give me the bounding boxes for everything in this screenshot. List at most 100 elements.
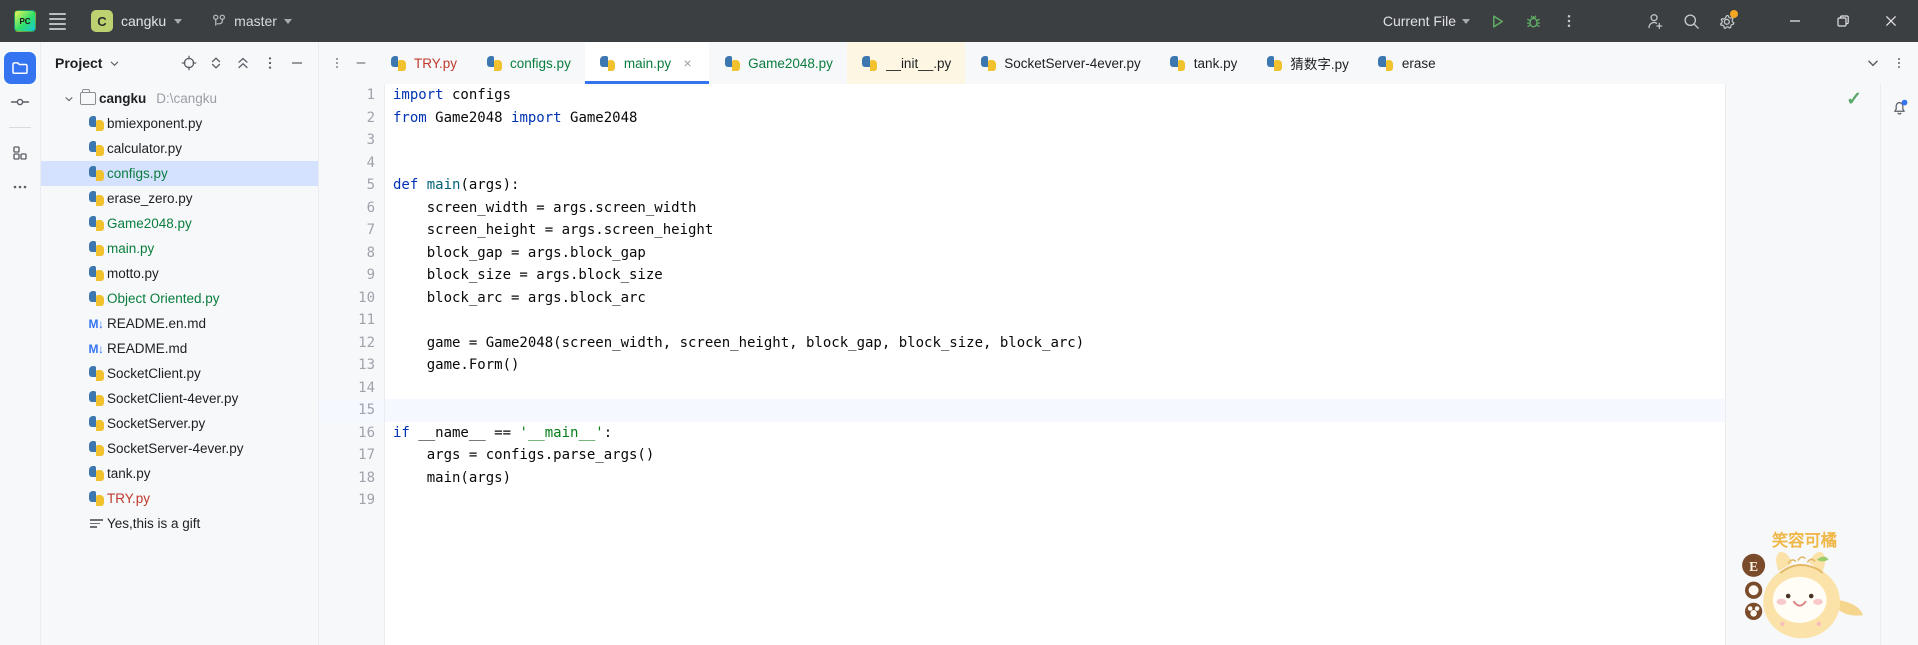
tree-row-root[interactable]: cangku D:\cangku	[41, 86, 318, 111]
code-line: args = configs.parse_args()	[385, 444, 1725, 467]
tree-file-label: configs.py	[107, 166, 168, 181]
text-file-icon	[85, 519, 107, 528]
tree-row-file[interactable]: bmiexponent.py	[41, 111, 318, 136]
close-window-button[interactable]	[1868, 0, 1914, 42]
hide-project-panel-button[interactable]	[284, 50, 310, 76]
tree-row-file[interactable]: motto.py	[41, 261, 318, 286]
title-bar-right: Current File	[1375, 0, 1918, 42]
tab-actions-button[interactable]	[1886, 50, 1912, 76]
sidebar-item-project[interactable]	[4, 52, 36, 84]
project-panel-header: Project	[41, 42, 318, 84]
line-number: 5	[366, 177, 375, 193]
editor-tab[interactable]: SocketServer-4ever.py	[965, 42, 1155, 84]
line-number: 14	[358, 379, 375, 396]
minimize-dash-icon	[291, 62, 303, 64]
tree-row-file[interactable]: SocketServer.py	[41, 411, 318, 436]
editor-tab[interactable]: main.py ×	[584, 42, 710, 84]
code-token: game.	[393, 357, 469, 373]
expand-collapse-button[interactable]	[203, 50, 229, 76]
tree-row-file[interactable]: TRY.py	[41, 486, 318, 511]
code-token: (args):	[460, 177, 520, 193]
show-hidden-tabs-button[interactable]	[1860, 50, 1886, 76]
line-number: 9	[366, 267, 375, 283]
sidebar-item-more[interactable]	[4, 171, 36, 203]
editor-tab[interactable]: Game2048.py	[709, 42, 847, 84]
run-play-icon	[1492, 14, 1503, 28]
debug-button[interactable]	[1516, 6, 1550, 36]
code-token: ()	[502, 357, 520, 373]
python-file-icon	[85, 166, 107, 181]
python-file-icon	[85, 191, 107, 206]
line-number: 13	[358, 357, 375, 373]
checkmark-icon[interactable]: ✓	[1846, 88, 1862, 111]
editor-tab[interactable]: configs.py	[471, 42, 585, 84]
editor-gutter[interactable]: 1 2 3 4 5 6 7 8 9 10 11 12 13 14 15 16 17 18 19	[319, 84, 398, 645]
tree-row-file[interactable]: M↓ README.en.md	[41, 311, 318, 336]
editor-tab-label: 猜数字.py	[1290, 57, 1349, 72]
python-file-icon	[1265, 55, 1283, 71]
project-panel-title[interactable]: Project	[55, 55, 102, 71]
minimize-window-button[interactable]	[1772, 0, 1818, 42]
run-configuration-label: Current File	[1382, 13, 1456, 29]
editor-tab[interactable]: erase	[1363, 42, 1450, 84]
code-token: screen_height = args.screen_height	[393, 222, 714, 238]
tree-row-file[interactable]: Yes,this is a gift	[41, 511, 318, 536]
tree-row-file[interactable]: erase_zero.py	[41, 186, 318, 211]
code-text[interactable]: import configs from Game2048 import Game2…	[385, 84, 1725, 645]
code-pane[interactable]: 1 2 3 4 5 6 7 8 9 10 11 12 13 14 15 16 17 18 19 import con…	[319, 84, 1725, 645]
account-button[interactable]	[1638, 6, 1672, 36]
tree-row-file[interactable]: Game2048.py	[41, 211, 318, 236]
editor-tab[interactable]: TRY.py	[375, 42, 471, 84]
sidebar-item-commit[interactable]	[4, 86, 36, 118]
chevron-down-icon[interactable]	[109, 58, 120, 69]
tree-row-file[interactable]: Object Oriented.py	[41, 286, 318, 311]
project-file-tree[interactable]: cangku D:\cangku bmiexponent.py calculato…	[41, 84, 318, 645]
more-run-options-button[interactable]	[1552, 6, 1586, 36]
search-everywhere-button[interactable]	[1674, 6, 1708, 36]
run-button[interactable]	[1480, 6, 1514, 36]
editor-tab-label: tank.py	[1193, 55, 1238, 71]
code-line	[385, 399, 1725, 422]
maximize-window-button[interactable]	[1820, 0, 1866, 42]
code-token: Form	[468, 357, 503, 373]
python-file-icon	[85, 366, 107, 381]
hide-tabs-button[interactable]	[349, 51, 373, 75]
close-tab-button[interactable]: ×	[680, 55, 695, 71]
editor-tab[interactable]: tank.py	[1155, 42, 1252, 84]
chevron-down-icon[interactable]	[61, 94, 77, 104]
line-number: 18	[358, 469, 375, 486]
project-selector[interactable]: C cangku	[86, 6, 190, 36]
tree-file-rows: bmiexponent.py calculator.py configs.py era…	[41, 111, 318, 536]
folder-icon	[12, 62, 28, 75]
select-opened-file-button[interactable]	[176, 50, 202, 76]
project-options-button[interactable]	[257, 50, 283, 76]
restore-window-icon	[1837, 15, 1849, 27]
notifications-button[interactable]	[1885, 92, 1915, 122]
commit-icon	[10, 98, 30, 106]
collapse-all-button[interactable]	[230, 50, 256, 76]
settings-button[interactable]	[1710, 6, 1744, 36]
tab-strip-right-controls	[1860, 42, 1918, 84]
tree-row-file[interactable]: tank.py	[41, 461, 318, 486]
python-file-icon	[979, 55, 997, 71]
tree-row-file[interactable]: main.py	[41, 236, 318, 261]
app-logo-button[interactable]: PC	[8, 6, 42, 36]
project-tool-window: Project cangku D:\cangku bmiexponent.py …	[41, 42, 319, 645]
tree-row-file[interactable]: SocketClient-4ever.py	[41, 386, 318, 411]
python-file-icon	[1377, 55, 1395, 71]
editor-tab-label: configs.py	[510, 55, 571, 71]
run-configuration-selector[interactable]: Current File	[1375, 8, 1478, 34]
git-branch-selector[interactable]: master	[204, 9, 300, 33]
tree-row-file[interactable]: configs.py	[41, 161, 318, 186]
sidebar-item-structure[interactable]	[4, 137, 36, 169]
main-menu-button[interactable]	[42, 6, 72, 36]
tree-row-file[interactable]: M↓ README.md	[41, 336, 318, 361]
editor-tab[interactable]: 猜数字.py	[1251, 42, 1363, 84]
editor-tab[interactable]: __init__.py	[846, 42, 966, 84]
tree-row-file[interactable]: calculator.py	[41, 136, 318, 161]
tree-row-file[interactable]: SocketServer-4ever.py	[41, 436, 318, 461]
tree-row-file[interactable]: SocketClient.py	[41, 361, 318, 386]
tab-list-options-button[interactable]	[325, 51, 349, 75]
